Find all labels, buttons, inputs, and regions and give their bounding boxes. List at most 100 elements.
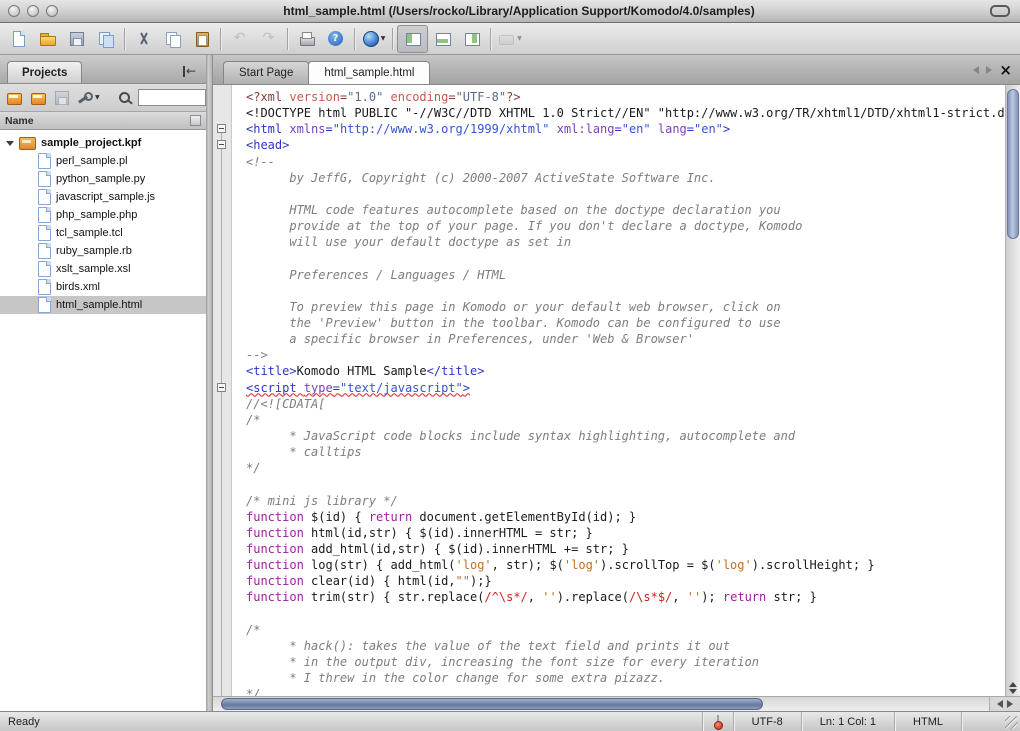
generic-drop-icon (497, 30, 515, 48)
save-button[interactable] (62, 26, 91, 52)
open-files-dropdown[interactable]: ▼ (495, 26, 524, 52)
cursor-position: Ln: 1 Col: 1 (819, 715, 877, 728)
fold-line (221, 127, 222, 696)
horizontal-scrollbar[interactable] (213, 697, 989, 711)
tree-item-html-sample-html[interactable]: html_sample.html (0, 296, 206, 314)
file-icon (38, 171, 51, 187)
preview-in-browser-button[interactable]: ▼ (359, 26, 388, 52)
tab-label: html_sample.html (324, 67, 415, 79)
minimize-window-button[interactable] (27, 5, 39, 17)
toggle-bottom-pane-button[interactable] (428, 26, 457, 52)
file-icon (38, 225, 51, 241)
tree-column-header[interactable]: Name (0, 112, 206, 130)
open-project-button[interactable] (3, 87, 24, 109)
column-name-label: Name (5, 114, 34, 127)
collapse-pane-icon[interactable]: ← (182, 65, 196, 77)
toolbar-separator (392, 27, 393, 50)
copy-button[interactable] (158, 26, 187, 52)
code-line: //<![CDATA[ (246, 396, 326, 411)
tree-item-perl-sample-pl[interactable]: perl_sample.pl (0, 152, 206, 170)
cut-icon (135, 30, 153, 48)
toolbar-separator (287, 27, 288, 50)
encoding-indicator[interactable]: UTF-8 (734, 716, 801, 728)
window-controls (8, 5, 58, 17)
dropdown-arrow-icon: ▼ (380, 35, 386, 42)
undo-button[interactable]: ↶ (225, 26, 254, 52)
new-file-button[interactable] (4, 26, 33, 52)
code-line: by JeffG, Copyright (c) 2000-2007 Active… (246, 170, 716, 185)
print-icon (298, 30, 316, 48)
editor[interactable]: <?xml version="1.0" encoding="UTF-8"?> <!… (213, 85, 1020, 696)
tree-item-label: sample_project.kpf (41, 137, 142, 149)
dropdown-arrow-icon: ▼ (95, 94, 100, 101)
pane-splitter[interactable] (206, 55, 213, 711)
file-icon (38, 189, 51, 205)
print-button[interactable] (292, 26, 321, 52)
save-project-button[interactable] (51, 87, 72, 109)
disclosure-triangle-icon[interactable] (6, 140, 14, 146)
project-tools-button[interactable]: ▼ (75, 87, 100, 109)
tree-item-sample-project-kpf[interactable]: sample_project.kpf (0, 134, 206, 152)
help-button[interactable]: ? (321, 26, 350, 52)
tree-item-python-sample-py[interactable]: python_sample.py (0, 170, 206, 188)
save-icon (68, 30, 86, 48)
code-line: a specific browser in Preferences, under… (246, 332, 694, 347)
fold-marker-icon[interactable] (217, 140, 226, 150)
open-folder-icon (39, 30, 57, 48)
tree-item-label: html_sample.html (56, 299, 143, 311)
tab-scroll-left-icon[interactable] (973, 61, 980, 79)
code-line: function html(id,str) { $(id).innerHTML … (246, 525, 593, 540)
code-line: function $(id) { return document.getElem… (246, 509, 637, 524)
code-line: /* mini js library */ (246, 493, 398, 508)
tree-item-label: birds.xml (56, 281, 101, 293)
tree-item-label: php_sample.php (56, 209, 138, 221)
project-add-icon (29, 89, 47, 107)
import-project-button[interactable] (27, 87, 48, 109)
resize-grip[interactable] (1005, 716, 1018, 729)
syntax-status-icon[interactable] (716, 714, 719, 729)
save-all-button[interactable] (91, 26, 120, 52)
fold-marker-icon[interactable] (217, 382, 226, 392)
tree-item-ruby-sample-rb[interactable]: ruby_sample.rb (0, 242, 206, 260)
close-window-button[interactable] (8, 5, 20, 17)
tab-scroll-right-icon[interactable] (986, 61, 993, 79)
toolbar-toggle-button[interactable] (990, 5, 1010, 17)
redo-button[interactable]: ↷ (254, 26, 283, 52)
language-indicator[interactable]: HTML (895, 716, 961, 728)
zoom-window-button[interactable] (46, 5, 58, 17)
new-file-icon (10, 30, 28, 48)
column-picker-icon[interactable] (190, 115, 201, 126)
horizontal-scroll-arrows[interactable] (989, 697, 1020, 711)
copy-icon (164, 30, 182, 48)
project-search-input[interactable] (137, 89, 206, 106)
close-tab-button[interactable]: × (999, 63, 1012, 78)
tab-projects[interactable]: Projects (7, 61, 83, 83)
paste-button[interactable] (187, 26, 216, 52)
tree-item-javascript-sample-js[interactable]: javascript_sample.js (0, 188, 206, 206)
tree-item-php-sample-php[interactable]: php_sample.php (0, 206, 206, 224)
vertical-scrollbar[interactable] (1005, 85, 1020, 696)
editor-tabs: Start Page html_sample.html (223, 61, 431, 84)
tree-item-birds-xml[interactable]: birds.xml (0, 278, 206, 296)
cut-button[interactable] (129, 26, 158, 52)
tree-item-xslt-sample-xsl[interactable]: xslt_sample.xsl (0, 260, 206, 278)
title-bar[interactable]: html_sample.html (/Users/rocko/Library/A… (0, 0, 1020, 23)
window-title: html_sample.html (/Users/rocko/Library/A… (283, 4, 755, 18)
editor-tab-html-sample-html[interactable]: html_sample.html (308, 61, 431, 84)
paste-icon (193, 30, 211, 48)
fold-marker-icon[interactable] (217, 124, 226, 134)
tree-item-tcl-sample-tcl[interactable]: tcl_sample.tcl (0, 224, 206, 242)
statusbar-fields: UTF-8 Ln: 1 Col: 1 HTML (701, 712, 1020, 731)
fold-gutter[interactable] (213, 85, 232, 696)
toggle-right-pane-button[interactable] (457, 26, 486, 52)
horizontal-scrollbar-thumb[interactable] (221, 698, 763, 710)
code-line: will use your default doctype as set in (246, 235, 572, 250)
editor-tab-start-page[interactable]: Start Page (223, 61, 310, 84)
code-content[interactable]: <?xml version="1.0" encoding="UTF-8"?> <!… (232, 85, 1005, 696)
code-line: * I threw in the color change for some e… (246, 671, 666, 686)
toggle-left-pane-button[interactable] (397, 24, 428, 53)
vertical-scroll-arrows[interactable] (1006, 682, 1020, 694)
open-file-button[interactable] (33, 26, 62, 52)
vertical-scrollbar-thumb[interactable] (1007, 89, 1019, 239)
